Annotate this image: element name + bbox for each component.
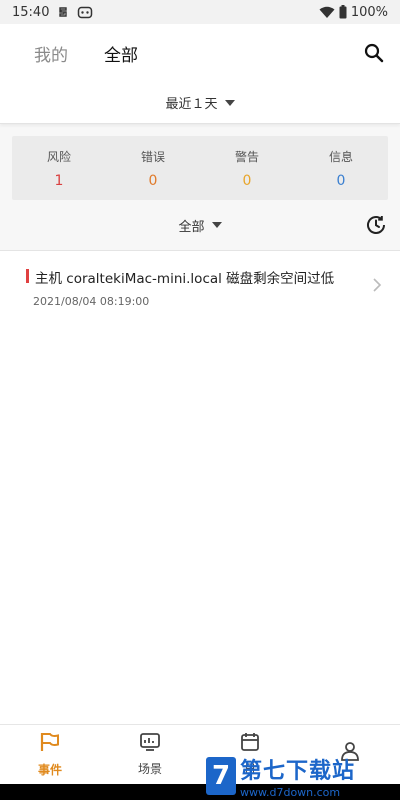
filter-label: 全部 (178, 219, 205, 235)
event-time: 2021/08/04 08:19:00 (33, 295, 150, 308)
watermark-url: www.d7down.com (240, 786, 341, 799)
history-clock-icon[interactable] (365, 214, 387, 236)
event-title: 主机 coraltekiMac-mini.local 磁盘剩余空间过低 (35, 271, 335, 287)
top-tabs: 我的 全部 (0, 24, 400, 82)
severity-summary: 风险 1 错误 0 警告 0 信息 0 (12, 136, 388, 200)
watermark-title: 第七下载站 (240, 759, 356, 784)
robot-icon (77, 5, 93, 19)
summary-count: 0 (242, 172, 252, 189)
filter-selector[interactable]: 全部 (178, 216, 222, 235)
nav-label: 场景 (137, 762, 162, 776)
time-range-label: 最近１天 (165, 97, 218, 112)
status-bar: 15:40 100% (0, 0, 400, 24)
summary-count: 0 (336, 172, 346, 189)
summary-error[interactable]: 错误 0 (106, 136, 200, 200)
summary-label: 错误 (140, 149, 165, 164)
monitor-icon (139, 732, 161, 756)
watermark-logo: 7 第七下载站 www.d7down.com (206, 752, 400, 800)
event-list: 主机 coraltekiMac-mini.local 磁盘剩余空间过低 2021… (0, 250, 400, 724)
filter-row: 全部 (0, 200, 400, 250)
sync-icon (57, 5, 69, 19)
chevron-right-icon (372, 277, 382, 293)
nav-scenes[interactable]: 场景 (100, 725, 200, 784)
severity-indicator (26, 269, 29, 283)
search-icon[interactable] (362, 41, 386, 65)
nav-events[interactable]: 事件 (0, 725, 100, 784)
battery-percentage: 100% (350, 4, 388, 20)
summary-risk[interactable]: 风险 1 (12, 136, 106, 200)
status-time: 15:40 (12, 4, 50, 20)
watermark-badge: 7 (206, 757, 236, 795)
nav-label: 事件 (37, 763, 62, 777)
caret-down-icon (224, 99, 235, 106)
tab-all[interactable]: 全部 (104, 41, 138, 66)
summary-count: 1 (54, 172, 64, 189)
summary-warning[interactable]: 警告 0 (200, 136, 294, 200)
caret-down-icon (211, 222, 222, 228)
summary-label: 风险 (46, 149, 71, 164)
summary-count: 0 (148, 172, 158, 189)
summary-info[interactable]: 信息 0 (294, 136, 388, 200)
tab-mine[interactable]: 我的 (34, 41, 68, 66)
flag-icon (38, 731, 62, 757)
time-range-selector[interactable]: 最近１天 (0, 82, 400, 124)
event-item[interactable]: 主机 coraltekiMac-mini.local 磁盘剩余空间过低 2021… (0, 251, 400, 311)
summary-label: 警告 (234, 149, 259, 164)
summary-label: 信息 (328, 149, 353, 164)
battery-icon (339, 5, 347, 19)
top-area: 我的 全部 最近１天 (0, 24, 400, 124)
watermark-text: 第七下载站 www.d7down.com (240, 753, 355, 799)
wifi-icon (319, 6, 335, 19)
